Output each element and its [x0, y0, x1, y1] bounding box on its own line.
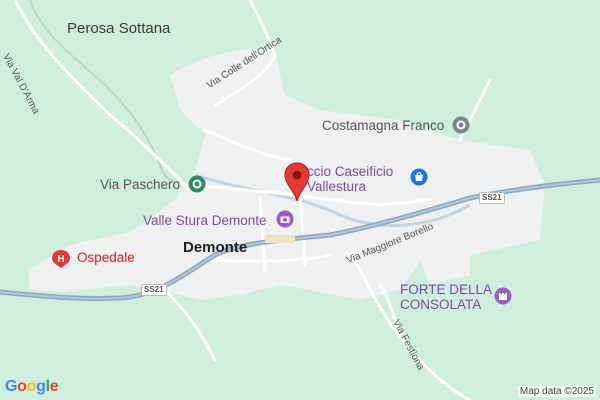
place-label-demonte: Demonte: [183, 239, 248, 256]
poi-label-valle-stura[interactable]: Valle Stura Demonte: [143, 213, 267, 228]
urban-area-east: [420, 255, 470, 285]
road-badge-ss21: SS21: [141, 284, 167, 296]
location-pin-icon[interactable]: [283, 162, 311, 202]
google-logo-letter: o: [17, 378, 27, 395]
map-canvas[interactable]: Perosa Sottana Demonte Via Paschero Cost…: [0, 0, 600, 400]
place-circle-icon[interactable]: [188, 175, 206, 193]
svg-text:H: H: [57, 254, 64, 265]
poi-label-caseificio[interactable]: ccio Caseificio Vallestura: [307, 164, 393, 194]
poi-label-paschero[interactable]: Via Paschero: [100, 177, 180, 192]
google-logo-letter: e: [49, 378, 59, 395]
sand-patch: [265, 235, 295, 243]
castle-icon[interactable]: [494, 287, 512, 305]
poi-label-forte[interactable]: FORTE DELLA CONSOLATA: [400, 282, 492, 312]
hospital-icon[interactable]: H: [51, 249, 71, 269]
google-logo-letter: o: [26, 378, 37, 395]
camera-icon[interactable]: [276, 210, 294, 228]
map-attribution[interactable]: Map data ©2025: [517, 386, 596, 397]
place-label-perosa: Perosa Sottana: [67, 20, 171, 37]
poi-label-ospedale[interactable]: Ospedale: [77, 250, 135, 265]
shopping-bag-icon[interactable]: [410, 168, 428, 186]
road-badge-ss21: SS21: [479, 192, 505, 204]
landmark-icon[interactable]: [452, 116, 470, 134]
poi-label-costamagna[interactable]: Costamagna Franco: [322, 118, 444, 133]
google-logo[interactable]: Google: [5, 378, 59, 396]
google-logo-letter: g: [36, 378, 46, 395]
google-logo-letter: G: [5, 378, 18, 395]
